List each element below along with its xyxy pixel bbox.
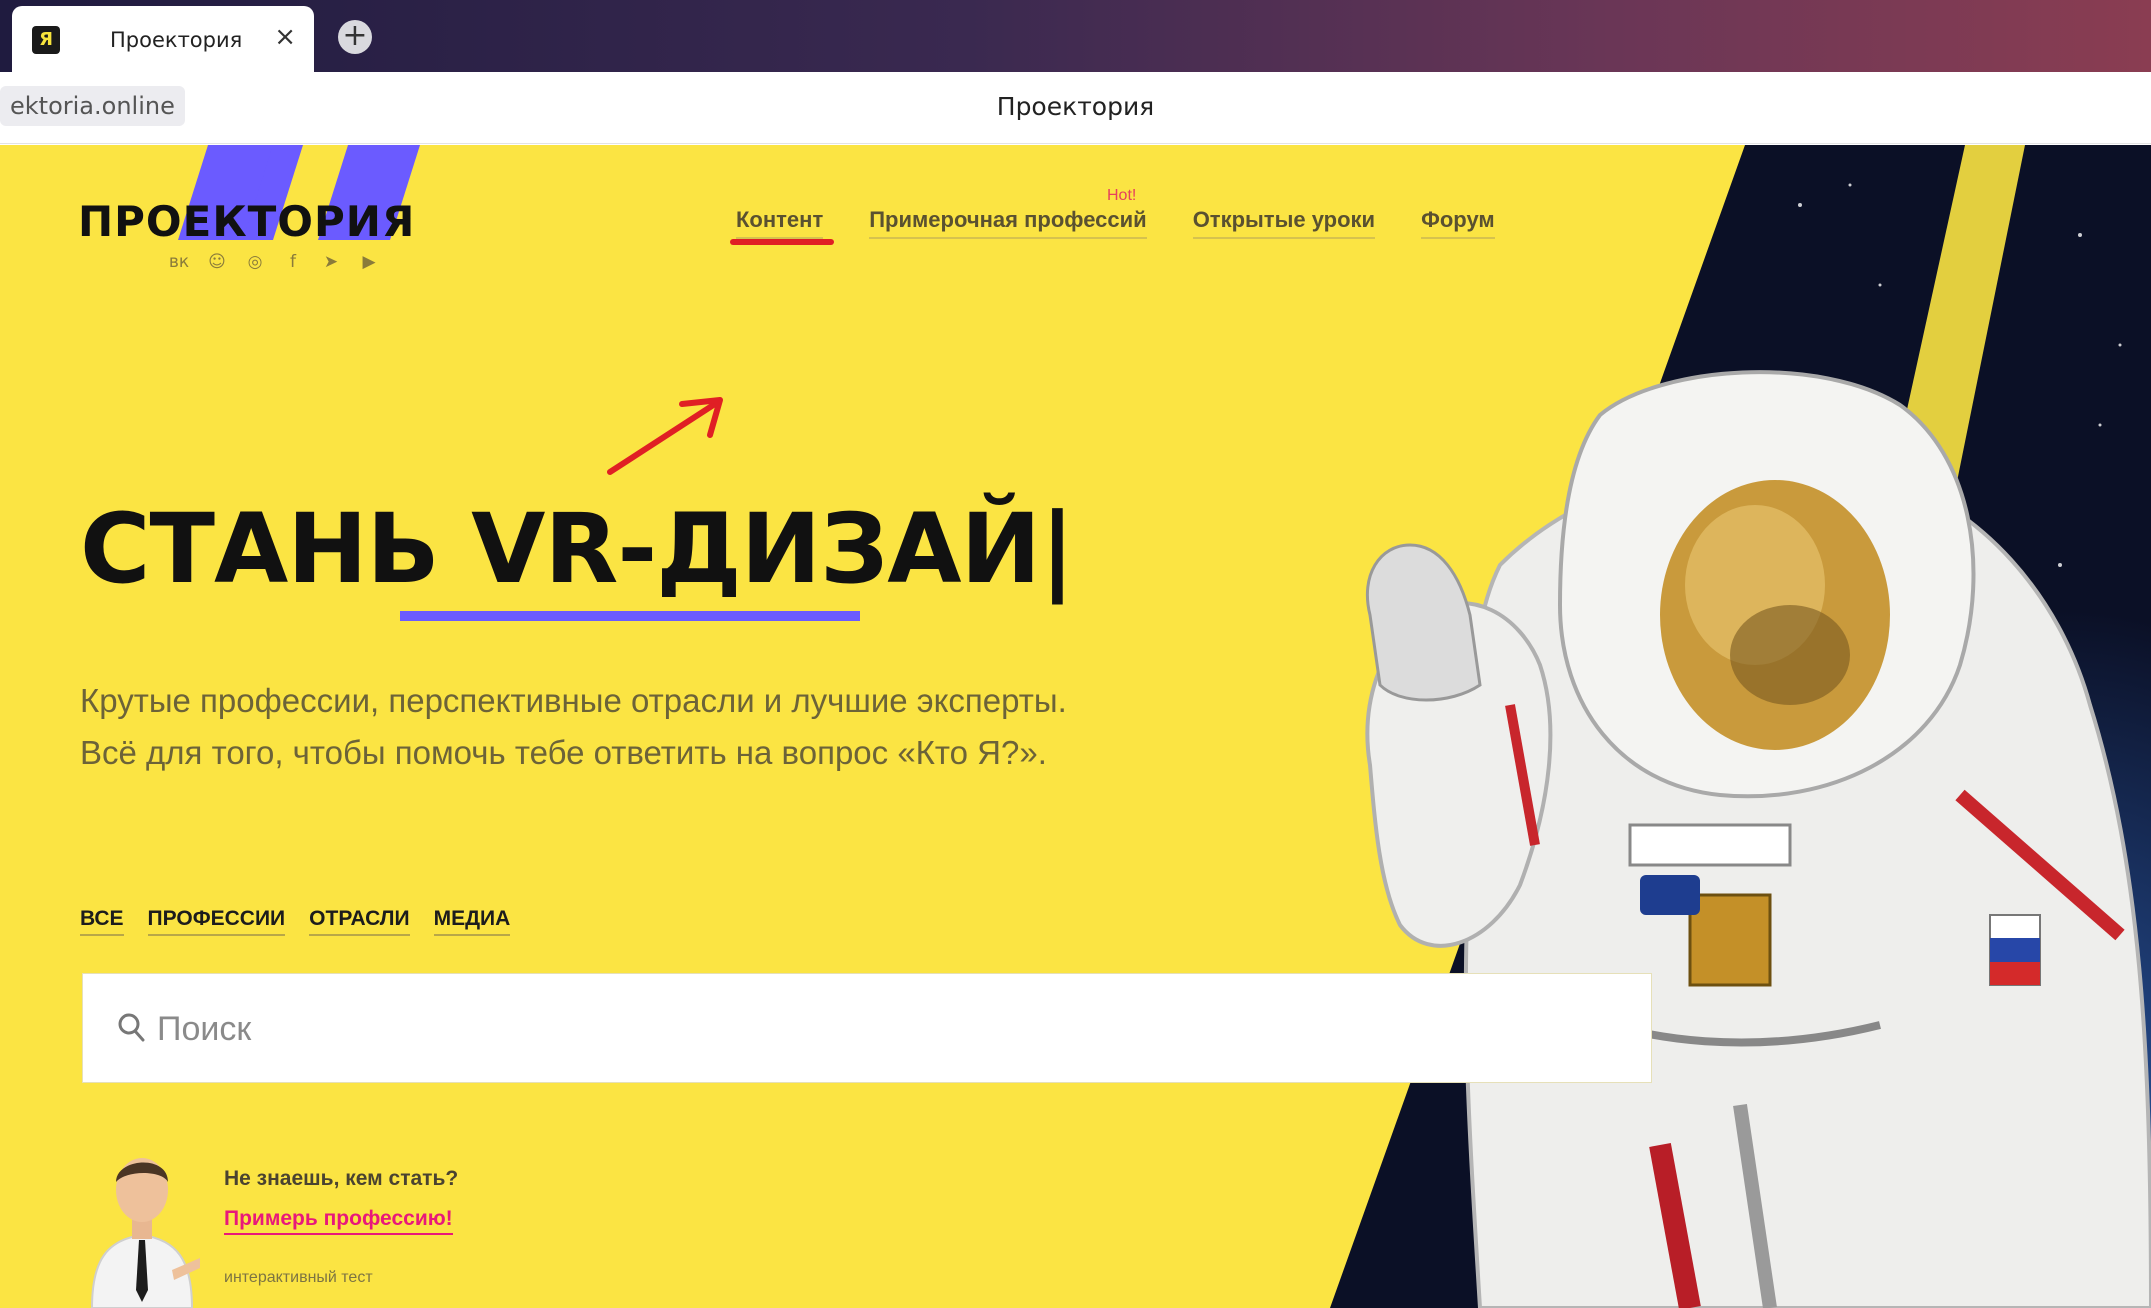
- facebook-icon[interactable]: f: [282, 251, 304, 273]
- hero-subtitle-line-1: Крутые профессии, перспективные отрасли …: [80, 682, 1067, 719]
- vk-icon[interactable]: вк: [168, 251, 190, 273]
- filter-all[interactable]: ВСЕ: [80, 907, 124, 936]
- nav-item-open-lessons[interactable]: Открытые уроки: [1192, 207, 1376, 239]
- page-content: ПРОЕКТОРИЯ вк ☺ ◎ f ➤ ▶ Hot! Контент При…: [0, 145, 2151, 1308]
- address-bar: ektoria.online Проектория: [0, 72, 2151, 144]
- hot-badge: Hot!: [1107, 187, 1137, 204]
- consultant-avatar: [90, 1158, 200, 1308]
- nav-item-forum[interactable]: Форум: [1421, 207, 1495, 239]
- filter-media[interactable]: МЕДИА: [433, 907, 511, 936]
- content-filters: ВСЕ ПРОФЕССИИ ОТРАСЛИ МЕДИА: [80, 907, 511, 936]
- promo-question: Не знаешь, кем стать?: [224, 1167, 459, 1190]
- instagram-icon[interactable]: ◎: [244, 251, 266, 273]
- main-nav: Контент Примерочная профессий Открытые у…: [736, 207, 1495, 239]
- browser-tab-bar: Я Проектория × +: [0, 0, 2151, 72]
- search-icon: [118, 1013, 145, 1042]
- browser-tab[interactable]: Я Проектория ×: [12, 6, 314, 72]
- tab-title: Проектория: [110, 28, 243, 52]
- site-favicon-icon: Я: [32, 26, 60, 54]
- youtube-icon[interactable]: ▶: [358, 251, 380, 273]
- new-tab-button[interactable]: +: [338, 20, 372, 54]
- search-box[interactable]: [82, 973, 1652, 1083]
- search-input[interactable]: [155, 998, 1615, 1060]
- annotation-underline: [730, 239, 834, 245]
- nav-item-content[interactable]: Контент: [736, 207, 824, 239]
- filter-professions[interactable]: ПРОФЕССИИ: [147, 907, 286, 936]
- site-logo[interactable]: ПРОЕКТОРИЯ вк ☺ ◎ f ➤ ▶: [78, 145, 428, 285]
- odnoklassniki-icon[interactable]: ☺: [206, 251, 228, 273]
- hero-subtitle: Крутые профессии, перспективные отрасли …: [80, 675, 1180, 779]
- hero-title: СТАНЬ VR-ДИЗАЙ|: [80, 493, 1075, 605]
- hero-title-underline: [400, 611, 860, 621]
- nav-item-profession-fitting[interactable]: Примерочная профессий: [869, 207, 1147, 239]
- hero-subtitle-line-2: Всё для того, чтобы помочь тебе ответить…: [80, 734, 1047, 771]
- filter-industries[interactable]: ОТРАСЛИ: [309, 907, 410, 936]
- close-tab-icon[interactable]: ×: [274, 22, 296, 52]
- window-title: Проектория: [996, 92, 1155, 121]
- telegram-icon[interactable]: ➤: [320, 251, 342, 273]
- annotation-arrow-icon: [607, 397, 723, 475]
- logo-text: ПРОЕКТОРИЯ: [78, 197, 416, 246]
- promo-note: интерактивный тест: [224, 1269, 373, 1286]
- social-links: вк ☺ ◎ f ➤ ▶: [168, 251, 380, 273]
- try-profession-link[interactable]: Примерь профессию!: [224, 1207, 453, 1235]
